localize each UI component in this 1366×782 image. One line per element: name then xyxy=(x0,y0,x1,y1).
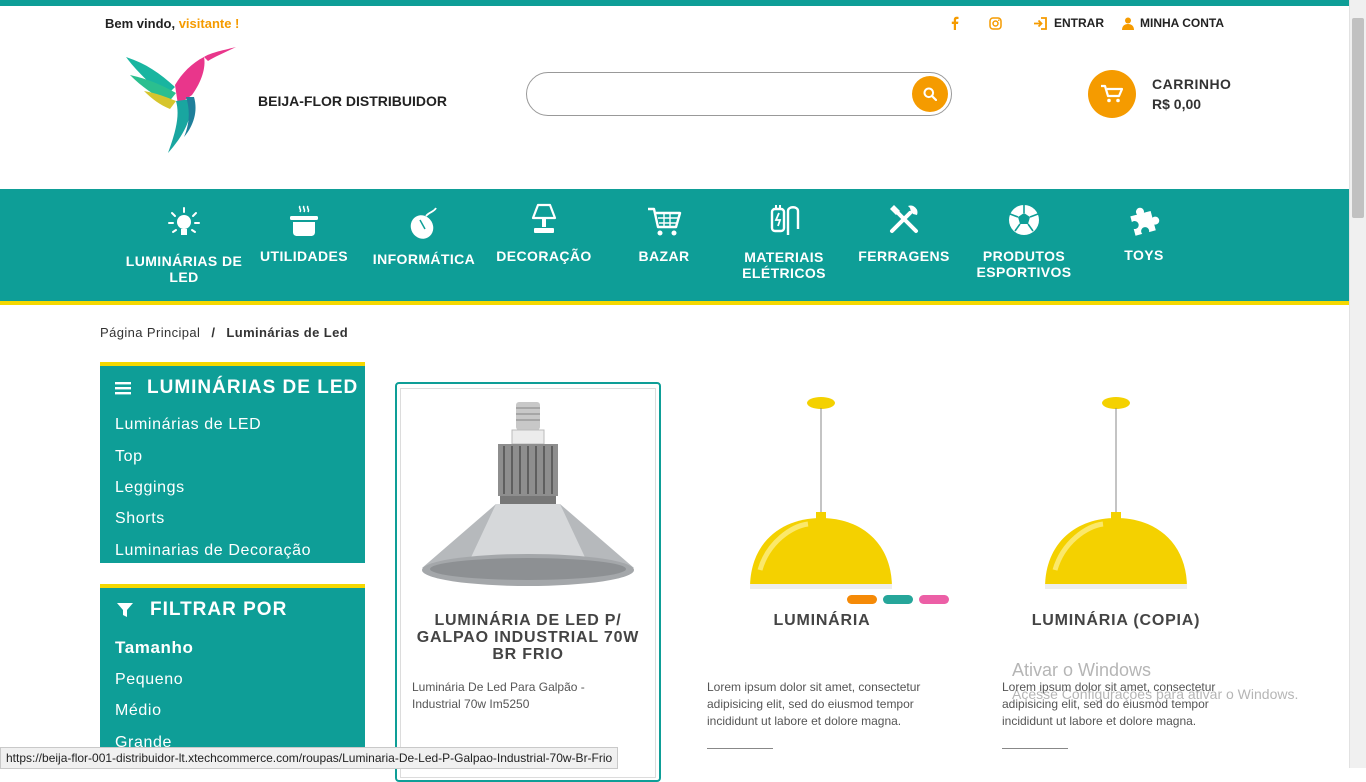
divider xyxy=(707,748,773,749)
table-lamp-icon xyxy=(531,203,557,233)
welcome-message: Bem vindo, visitante ! xyxy=(105,16,239,31)
category-item[interactable]: Luminarias de Decoração xyxy=(115,542,311,560)
color-swatch-teal[interactable] xyxy=(883,595,913,604)
product-image-yellow-pendant-copy[interactable] xyxy=(1043,396,1189,590)
product-title[interactable]: LUMINÁRIA DE LED P/ GALPAO INDUSTRIAL 70… xyxy=(408,612,648,663)
filter-panel-header: FILTRAR POR xyxy=(117,599,287,621)
category-panel-header[interactable]: LUMINÁRIAS DE LED xyxy=(115,377,358,399)
product-image-galpao-lamp[interactable] xyxy=(420,398,636,590)
menu-icon xyxy=(115,382,131,395)
nav-label: MATERIAIS ELÉTRICOS xyxy=(742,249,826,281)
sign-in-icon xyxy=(1034,16,1047,30)
category-item[interactable]: Top xyxy=(115,448,143,466)
nav-label: UTILIDADES xyxy=(260,248,348,264)
soccer-ball-icon xyxy=(1009,205,1039,235)
hummingbird-logo[interactable] xyxy=(120,45,240,157)
color-swatch-pink[interactable] xyxy=(919,595,949,604)
windows-activation-subtitle: Acesse Configurações para ativar o Windo… xyxy=(1012,686,1299,702)
instagram-icon[interactable] xyxy=(975,14,1015,32)
product-description: Lorem ipsum dolor sit amet, consectetur … xyxy=(707,680,921,728)
login-label: ENTRAR xyxy=(1054,16,1104,30)
welcome-prefix: Bem vindo, xyxy=(105,16,176,31)
color-swatch-orange[interactable] xyxy=(847,595,877,604)
product-title[interactable]: LUMINÁRIA (COPIA) xyxy=(996,612,1236,629)
lightbulb-icon xyxy=(168,207,200,235)
shopping-cart-icon xyxy=(1101,84,1123,103)
nav-label: DECORAÇÃO xyxy=(496,248,592,264)
top-links: ENTRAR MINHA CONTA xyxy=(935,14,1224,32)
shopping-cart-icon xyxy=(648,207,682,236)
category-item[interactable]: Shorts xyxy=(115,510,165,528)
tools-icon xyxy=(890,205,918,233)
cart-button[interactable] xyxy=(1088,70,1136,118)
breadcrumb-current: Luminárias de Led xyxy=(226,325,349,340)
filter-option[interactable]: Médio xyxy=(115,702,162,720)
electric-plug-icon xyxy=(770,205,800,235)
nav-label: PRODUTOS ESPORTIVOS xyxy=(976,248,1072,280)
brand-name: BEIJA-FLOR DISTRIBUIDOR xyxy=(258,93,447,109)
search-input[interactable] xyxy=(543,83,907,107)
browser-status-url: https://beija-flor-001-distribuidor-lt.x… xyxy=(0,747,619,769)
nav-label: TOYS xyxy=(1124,247,1164,263)
nav-item-ferragens[interactable]: FERRAGENS xyxy=(844,189,964,301)
category-item[interactable]: Leggings xyxy=(115,479,185,497)
cart-title[interactable]: CARRINHO xyxy=(1152,76,1231,92)
scrollbar-thumb[interactable] xyxy=(1352,18,1364,218)
facebook-icon[interactable] xyxy=(935,14,975,32)
page-scrollbar[interactable] xyxy=(1349,0,1366,768)
top-accent-bar xyxy=(0,0,1350,6)
breadcrumb: Página Principal / Luminárias de Led xyxy=(100,325,348,340)
product-description: Luminária De Led Para Galpão - Industria… xyxy=(412,680,585,711)
product-title[interactable]: LUMINÁRIA xyxy=(702,612,942,629)
nav-item-toys[interactable]: TOYS xyxy=(1084,189,1204,301)
user-icon xyxy=(1122,17,1134,30)
category-panel: LUMINÁRIAS DE LED Luminárias de LED Top … xyxy=(100,362,365,563)
divider xyxy=(1002,748,1068,749)
welcome-user: visitante ! xyxy=(178,16,240,31)
nav-item-decoracao[interactable]: DECORAÇÃO xyxy=(484,189,604,301)
nav-item-luminarias-de-led[interactable]: LUMINÁRIAS DE LED xyxy=(124,189,244,301)
filter-option[interactable]: Pequeno xyxy=(115,671,183,689)
nav-item-materiais-eletricos[interactable]: MATERIAIS ELÉTRICOS xyxy=(724,189,844,301)
nav-item-bazar[interactable]: BAZAR xyxy=(604,189,724,301)
account-label: MINHA CONTA xyxy=(1140,16,1224,30)
filter-icon xyxy=(117,603,133,617)
cooking-pot-icon xyxy=(290,205,318,236)
login-link[interactable]: ENTRAR xyxy=(1033,16,1104,30)
account-link[interactable]: MINHA CONTA xyxy=(1122,16,1224,30)
search-button[interactable] xyxy=(912,76,948,112)
breadcrumb-separator: / xyxy=(211,325,216,340)
category-nav: LUMINÁRIAS DE LED UTILIDADES INFORMÁTICA… xyxy=(0,189,1350,305)
puzzle-piece-icon xyxy=(1130,207,1160,236)
search-icon xyxy=(923,87,937,101)
computer-mouse-icon xyxy=(410,207,437,239)
nav-label: BAZAR xyxy=(638,248,690,264)
nav-label: LUMINÁRIAS DE LED xyxy=(125,253,243,285)
nav-item-informatica[interactable]: INFORMÁTICA xyxy=(364,189,484,301)
windows-activation-title: Ativar o Windows xyxy=(1012,660,1152,680)
nav-item-produtos-esportivos[interactable]: PRODUTOS ESPORTIVOS xyxy=(964,189,1084,301)
breadcrumb-home[interactable]: Página Principal xyxy=(100,325,200,340)
filter-group-title: Tamanho xyxy=(115,638,194,657)
product-image-yellow-pendant[interactable] xyxy=(748,396,894,590)
search-bar xyxy=(526,72,952,116)
category-item[interactable]: Luminárias de LED xyxy=(115,416,261,434)
cart-total: R$ 0,00 xyxy=(1152,96,1202,112)
nav-item-utilidades[interactable]: UTILIDADES xyxy=(244,189,364,301)
filter-panel: FILTRAR POR Tamanho Pequeno Médio Grande xyxy=(100,584,365,768)
category-panel-title: LUMINÁRIAS DE LED xyxy=(147,377,359,398)
filter-panel-title: FILTRAR POR xyxy=(150,599,288,620)
nav-label: FERRAGENS xyxy=(858,248,950,264)
nav-label: INFORMÁTICA xyxy=(372,251,476,267)
